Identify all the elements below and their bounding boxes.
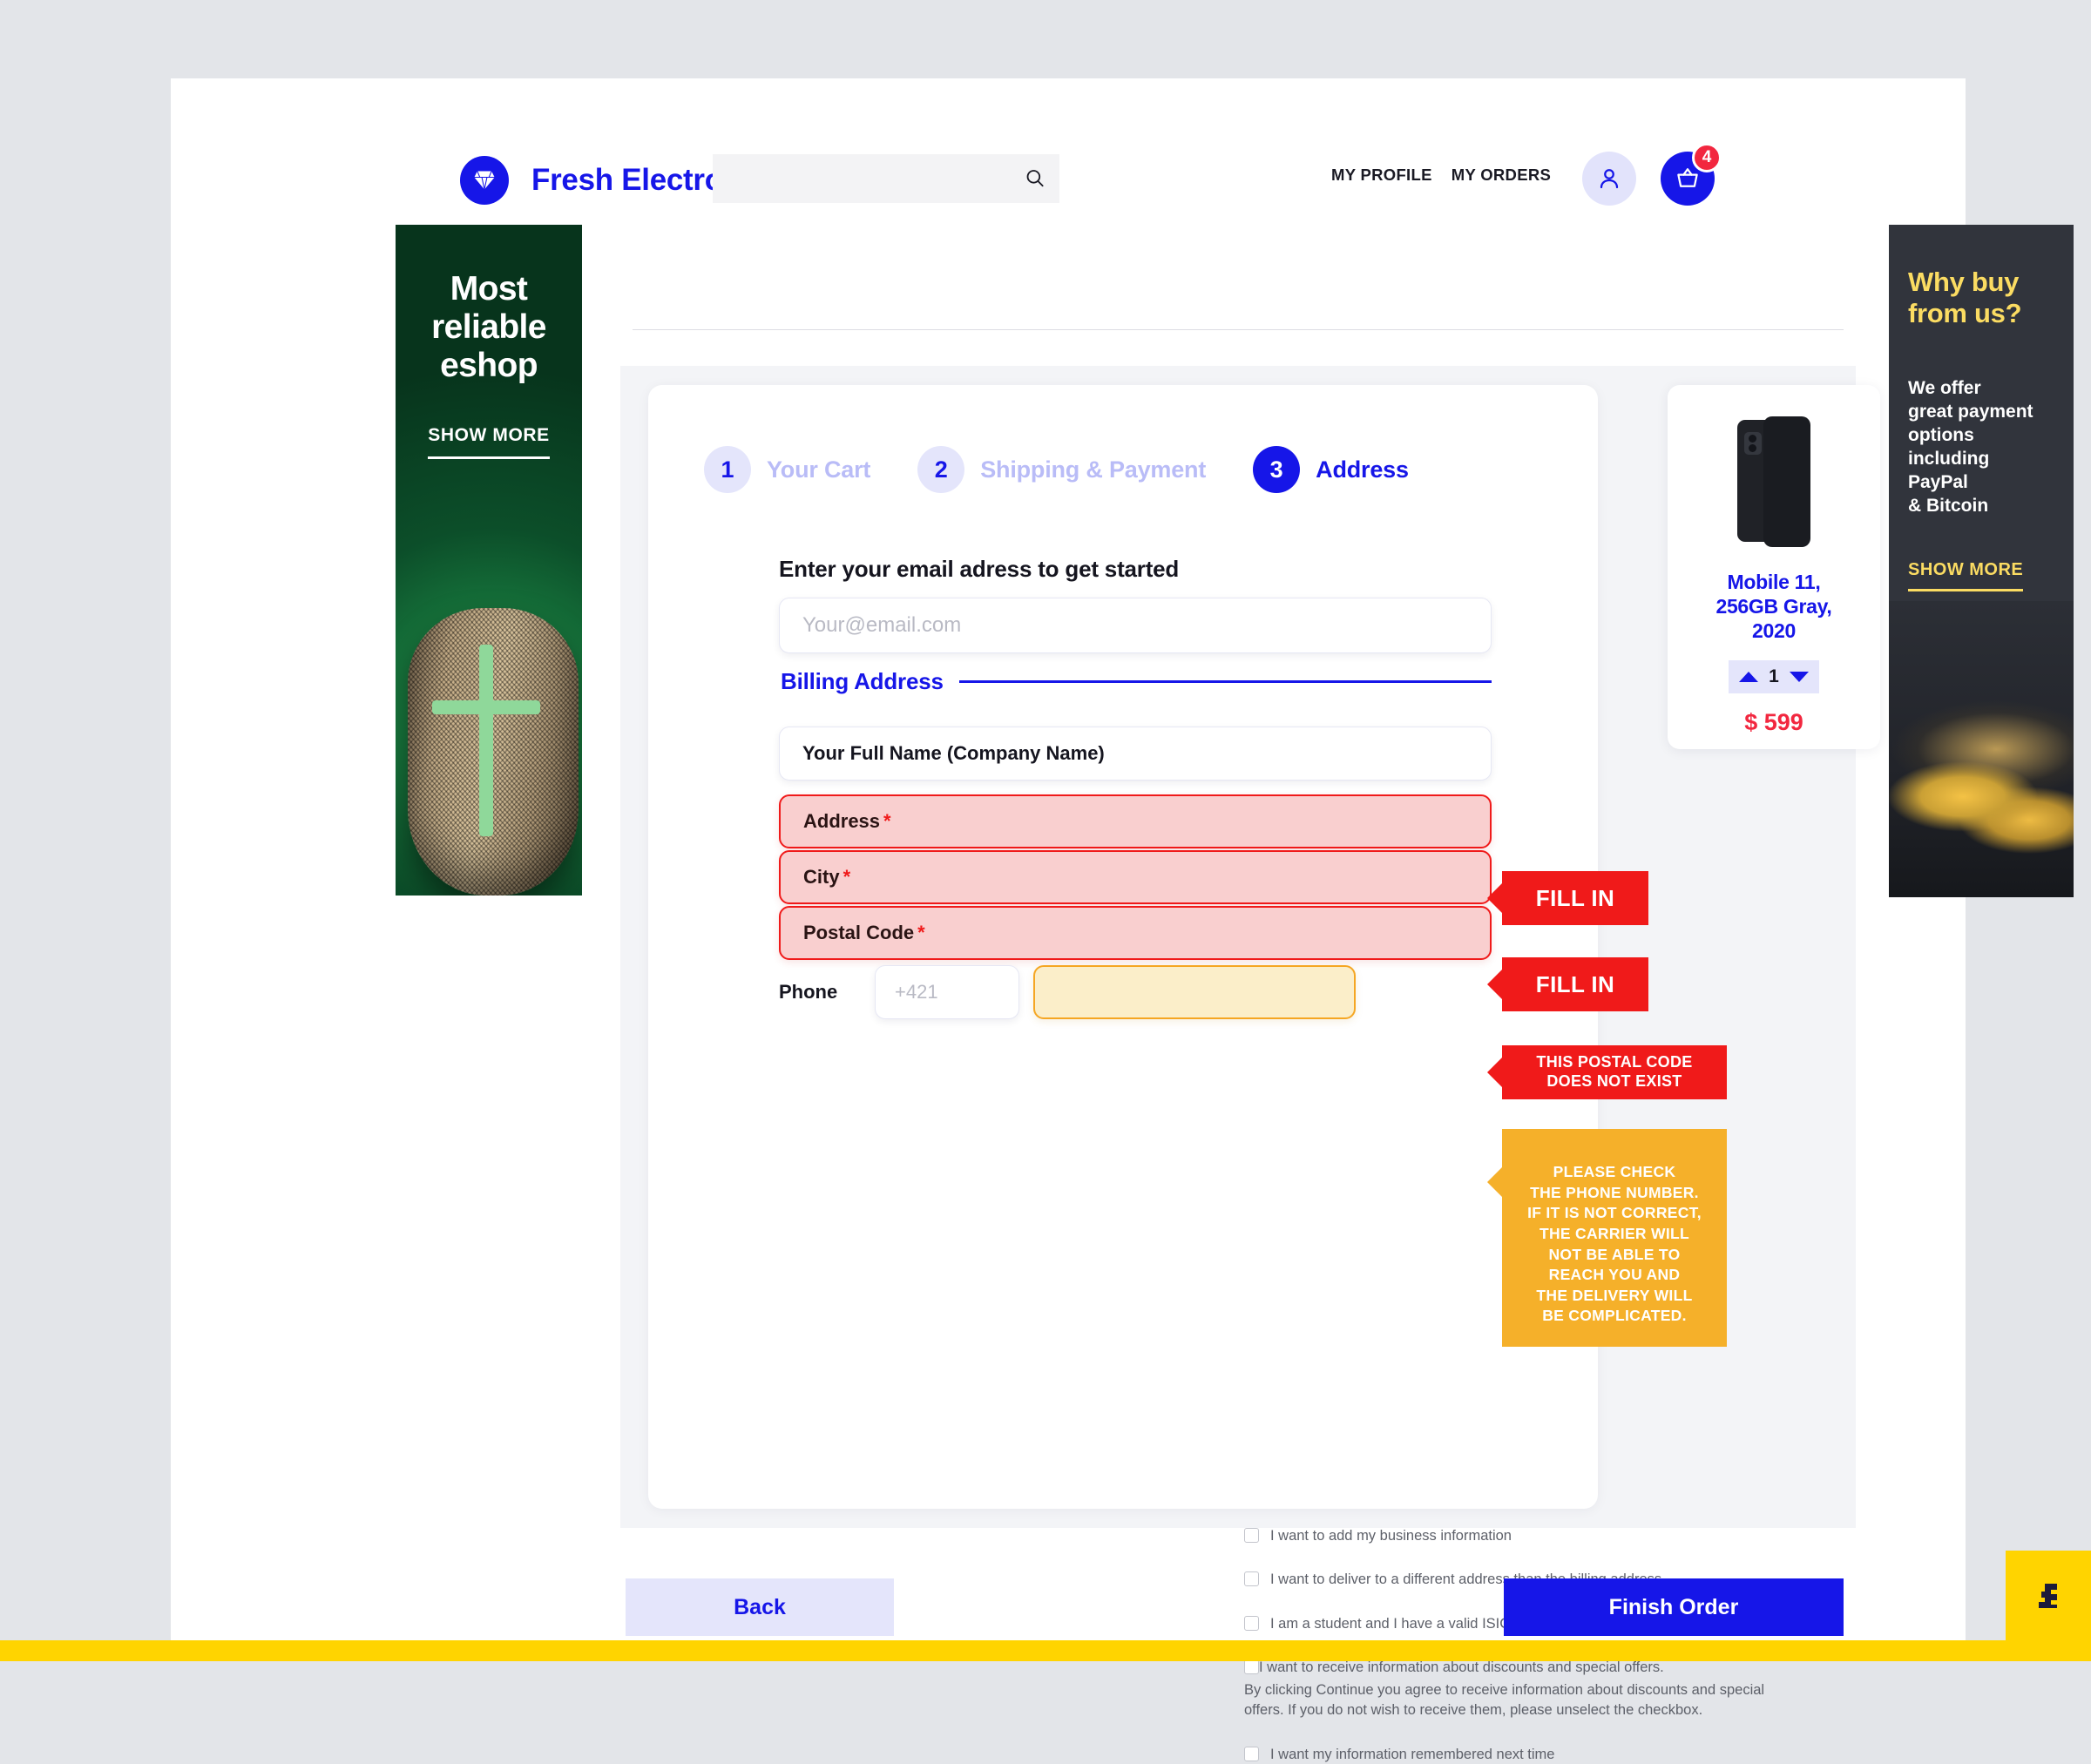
checkout-panel: 1 Your Cart 2 Shipping & Payment 3 Addre…	[620, 366, 1856, 1528]
postal-code-label: Postal Code	[803, 922, 914, 944]
postal-code-error-callout: THIS POSTAL CODE DOES NOT EXIST	[1502, 1045, 1727, 1099]
banner-right-body: We offer great payment options including…	[1908, 377, 2054, 517]
checkbox-label: I want my information remembered next ti…	[1270, 1745, 1554, 1764]
product-price: $ 599	[1744, 709, 1803, 736]
product-title: Mobile 11, 256GB Gray, 2020	[1687, 570, 1861, 643]
back-button[interactable]: Back	[626, 1578, 894, 1636]
quantity-increase-icon[interactable]	[1739, 672, 1758, 682]
step-2-number: 2	[917, 446, 964, 493]
nav-item-my-orders[interactable]: MY ORDERS	[1452, 166, 1551, 185]
promo-banner-left[interactable]: Most reliable eshop SHOW MORE	[396, 225, 582, 896]
address-input[interactable]: Address *	[779, 794, 1492, 848]
brand-logo[interactable]	[460, 156, 509, 205]
checkbox-label: I want to add my business information	[1270, 1526, 1512, 1545]
phone-notch	[1776, 419, 1797, 425]
quantity-decrease-icon[interactable]	[1790, 672, 1809, 682]
banner-right-content: Why buy from us? We offer great payment …	[1889, 225, 2074, 591]
page-container: Fresh Electronics MY PROFILE MY ORDERS	[171, 78, 1966, 1661]
city-required-mark: *	[843, 866, 851, 889]
search-button[interactable]	[1011, 154, 1059, 203]
user-account-button[interactable]	[1582, 152, 1636, 206]
banner-left-content: Most reliable eshop SHOW MORE	[396, 225, 582, 459]
city-input[interactable]: City *	[779, 850, 1492, 904]
cart-widget: 4	[1661, 152, 1715, 206]
bluetooth-speaker-image	[408, 608, 579, 896]
section-rule	[959, 680, 1492, 683]
finish-order-button[interactable]: Finish Order	[1504, 1578, 1844, 1636]
banner-left-show-more-link[interactable]: SHOW MORE	[428, 425, 550, 459]
banner-left-title: Most reliable eshop	[415, 270, 563, 385]
cart-count-badge: 4	[1692, 143, 1722, 172]
checkout-steps: 1 Your Cart 2 Shipping & Payment 3 Addre…	[704, 446, 1409, 493]
phone-row: Phone	[779, 965, 1492, 1019]
step-1-label: Your Cart	[767, 456, 870, 483]
step-1-number: 1	[704, 446, 751, 493]
address-error-callout: FILL IN	[1502, 871, 1648, 925]
e-logo-icon	[2029, 1577, 2067, 1615]
site-header: Fresh Electronics MY PROFILE MY ORDERS	[460, 132, 1793, 228]
phone-camera-icon	[1744, 432, 1762, 455]
step-3-label: Address	[1316, 456, 1409, 483]
product-summary-card: Mobile 11, 256GB Gray, 2020 1 $ 599	[1668, 385, 1880, 749]
checkbox-box[interactable]	[1244, 1616, 1259, 1631]
checkbox-business-info[interactable]: I want to add my business information	[1244, 1526, 1802, 1545]
step-address[interactable]: 3 Address	[1253, 446, 1409, 493]
checkbox-box[interactable]	[1244, 1571, 1259, 1586]
main-nav: MY PROFILE MY ORDERS	[1331, 166, 1551, 185]
search-box[interactable]	[713, 154, 1059, 203]
search-input[interactable]	[713, 154, 1011, 203]
email-input[interactable]	[779, 598, 1492, 653]
billing-address-section-header: Billing Address	[781, 668, 1492, 695]
step-your-cart[interactable]: 1 Your Cart	[704, 446, 870, 493]
corner-logo-badge[interactable]	[2006, 1551, 2091, 1640]
user-icon	[1596, 166, 1622, 192]
city-label: City	[803, 866, 840, 889]
product-image	[1737, 416, 1810, 547]
banner-right-show-more-link[interactable]: SHOW MORE	[1908, 560, 2023, 591]
checkbox-remember-info[interactable]: I want my information remembered next ti…	[1244, 1745, 1802, 1764]
bottom-accent-strip	[0, 1640, 2091, 1661]
full-name-input[interactable]: Your Full Name (Company Name)	[779, 727, 1492, 781]
billing-address-title: Billing Address	[781, 668, 944, 695]
phone-screen	[1766, 419, 1808, 544]
promo-banner-right[interactable]: Why buy from us? We offer great payment …	[1889, 225, 2074, 897]
step-shipping-payment[interactable]: 2 Shipping & Payment	[917, 446, 1206, 493]
city-error-callout: FILL IN	[1502, 957, 1648, 1011]
bitcoin-coins-image	[1889, 601, 2074, 897]
quantity-stepper[interactable]: 1	[1729, 660, 1819, 693]
quantity-value: 1	[1768, 666, 1780, 687]
postal-required-mark: *	[917, 922, 925, 944]
address-required-mark: *	[883, 810, 891, 833]
phone-front-body	[1763, 416, 1810, 547]
checkbox-box[interactable]	[1244, 1659, 1259, 1674]
basket-icon	[1675, 166, 1701, 192]
checkbox-box[interactable]	[1244, 1528, 1259, 1543]
search-icon	[1024, 167, 1046, 190]
address-form-card: 1 Your Cart 2 Shipping & Payment 3 Addre…	[648, 385, 1598, 1509]
banner-right-title: Why buy from us?	[1908, 267, 2054, 328]
phone-country-code-input[interactable]	[875, 965, 1019, 1019]
checkbox-box[interactable]	[1244, 1747, 1259, 1761]
step-3-number: 3	[1253, 446, 1300, 493]
phone-warning-callout: PLEASE CHECK THE PHONE NUMBER. IF IT IS …	[1502, 1129, 1727, 1347]
full-name-value: Your Full Name (Company Name)	[802, 742, 1105, 765]
phone-label: Phone	[779, 981, 875, 1004]
nav-item-my-profile[interactable]: MY PROFILE	[1331, 166, 1432, 185]
address-label: Address	[803, 810, 880, 833]
header-divider	[633, 329, 1844, 330]
diamond-icon	[472, 168, 497, 193]
step-2-label: Shipping & Payment	[980, 456, 1206, 483]
phone-number-input[interactable]	[1033, 965, 1356, 1019]
marketing-consent-note: By clicking Continue you agree to receiv…	[1244, 1680, 1802, 1720]
email-section-heading: Enter your email adress to get started	[779, 556, 1179, 583]
postal-code-input[interactable]: Postal Code *	[779, 906, 1492, 960]
